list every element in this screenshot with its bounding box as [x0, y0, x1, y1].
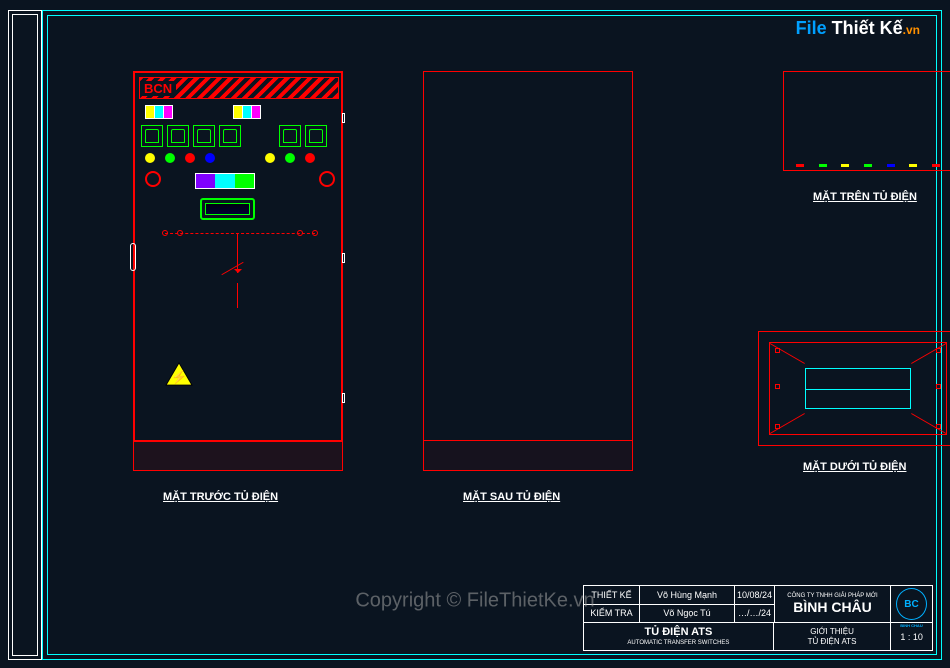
door-hinge — [342, 253, 345, 263]
design-label: THIẾT KẾ — [584, 586, 639, 604]
indicator-lamp — [285, 153, 295, 163]
drawing-title: TỦ ĐIỆN ATS — [645, 626, 713, 639]
top-view — [783, 71, 950, 171]
designer-name: Võ Hùng Mạnh — [639, 586, 734, 604]
mounting-hole — [936, 384, 941, 389]
watermark-logo: File Thiết Kế.vn — [796, 18, 920, 39]
door-hinge — [342, 113, 345, 123]
analog-gauge — [167, 125, 189, 147]
door-handle — [130, 243, 136, 271]
mounting-hole — [775, 384, 780, 389]
cable-gland-plate — [805, 368, 911, 409]
digital-meter — [233, 105, 261, 119]
brand-logo: BCN — [140, 81, 176, 96]
binding-strip — [8, 10, 42, 660]
digital-meter-row — [145, 105, 261, 119]
drawing-border: BCN — [42, 10, 942, 660]
design-date: 10/08/24 — [734, 586, 774, 604]
pushbutton-red — [145, 171, 161, 187]
title-block: THIẾT KẾ Võ Hùng Mạnh 10/08/24 KIỂM TRA … — [583, 585, 933, 651]
front-elevation: BCN — [133, 71, 343, 471]
indicator-lamp — [265, 153, 275, 163]
mounting-hole — [936, 348, 941, 353]
view-label-bottom: MẶT DƯỚI TỦ ĐIỆN — [803, 461, 906, 473]
analog-gauge-row — [141, 125, 327, 147]
check-date: …/…/24 — [734, 605, 774, 623]
company-name: BÌNH CHÂU — [793, 600, 872, 615]
check-label: KIỂM TRA — [584, 605, 639, 623]
company-logo-icon: BC — [896, 588, 927, 620]
panel-plinth — [424, 440, 632, 470]
panel-header-stripes: BCN — [139, 77, 339, 99]
indicator-lamp — [185, 153, 195, 163]
transfer-switch-schematic — [165, 228, 315, 308]
door-hinge — [342, 393, 345, 403]
mounting-hole — [936, 424, 941, 429]
view-label-back: MẶT SAU TỦ ĐIỆN — [463, 491, 560, 503]
indicator-lamp — [205, 153, 215, 163]
back-elevation — [423, 71, 633, 471]
analog-gauge — [279, 125, 301, 147]
indicator-lamp-row — [145, 153, 315, 163]
pushbutton-red — [319, 171, 335, 187]
mounting-hole — [775, 424, 780, 429]
selector-panel — [195, 173, 255, 189]
drawing-subtitle: AUTOMATIC TRANSFER SWITCHES — [627, 640, 729, 647]
ats-controller — [200, 198, 255, 220]
busbar-indicators — [789, 164, 947, 167]
analog-gauge — [141, 125, 163, 147]
checker-name: Võ Ngọc Tú — [639, 605, 734, 623]
indicator-lamp — [145, 153, 155, 163]
bottom-view — [758, 331, 950, 446]
analog-gauge — [193, 125, 215, 147]
mounting-hole — [775, 348, 780, 353]
analog-gauge — [305, 125, 327, 147]
indicator-lamp — [165, 153, 175, 163]
digital-meter — [145, 105, 173, 119]
analog-gauge — [219, 125, 241, 147]
indicator-lamp — [305, 153, 315, 163]
svg-text:⚡: ⚡ — [171, 369, 187, 385]
view-label-front: MẶT TRƯỚC TỦ ĐIỆN — [163, 491, 278, 503]
sheet-desc-1: GIỚI THIỆU — [810, 627, 854, 637]
panel-plinth — [134, 440, 342, 470]
sheet-desc-2: TỦ ĐIỆN ATS — [808, 637, 857, 647]
view-label-top: MẶT TRÊN TỦ ĐIỆN — [813, 191, 917, 203]
high-voltage-warning-icon: ⚡ — [165, 362, 193, 386]
